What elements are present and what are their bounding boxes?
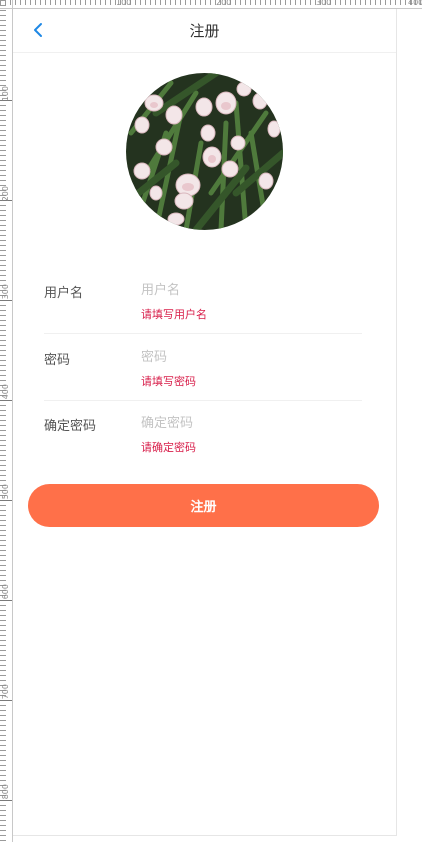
- username-input[interactable]: [141, 280, 351, 300]
- left-ruler-label: 400: [1, 384, 10, 400]
- register-button[interactable]: 注册: [28, 484, 379, 527]
- phone-screen: 注册 用户名 用户名 请填写用户名 密码 请填写密码 确定密码 请确定密码 注册: [13, 9, 397, 836]
- top-ruler-label: 200: [216, 0, 232, 7]
- confirm-password-error: 请确定密码: [141, 441, 196, 454]
- ruler-major-tick: [0, 400, 12, 401]
- left-ruler-label: 700: [1, 684, 10, 700]
- username-label: 用户名: [44, 286, 84, 301]
- nav-bar: 注册: [13, 9, 396, 53]
- username-row: 用户名 请填写用户名: [44, 280, 362, 334]
- username-error: 请填写用户名: [141, 308, 207, 321]
- avatar-photo: [126, 73, 283, 230]
- ruler-major-tick: [0, 600, 12, 601]
- top-ruler-label: 400: [408, 0, 422, 7]
- ruler-major-tick: [0, 700, 12, 701]
- password-error: 请填写密码: [141, 375, 196, 388]
- ruler-major-tick: [0, 800, 12, 801]
- confirm-password-input[interactable]: [141, 413, 351, 433]
- password-label: 密码: [44, 353, 71, 368]
- left-ruler-label: 200: [1, 186, 10, 202]
- top-ruler: 100 200 300 400: [0, 0, 422, 9]
- page-title: 注册: [189, 22, 220, 40]
- left-ruler-label: 500: [1, 484, 10, 500]
- left-ruler-label: 800: [1, 784, 10, 800]
- top-ruler-label: 300: [316, 0, 332, 7]
- password-input[interactable]: [141, 347, 351, 367]
- ruler-major-tick: [0, 500, 12, 501]
- left-ruler-label: 300: [1, 284, 10, 300]
- confirm-password-row: 确定密码 请确定密码: [44, 413, 362, 466]
- ruler-major-tick: [0, 300, 12, 301]
- password-row: 密码 请填写密码: [44, 347, 362, 401]
- confirm-password-label: 确定密码: [44, 419, 97, 434]
- left-ruler: 100 200 300 400 500 600 700 800: [0, 0, 13, 842]
- top-ruler-label: 100: [116, 0, 132, 7]
- avatar[interactable]: [126, 73, 283, 230]
- left-ruler-label: 600: [1, 584, 10, 600]
- left-ruler-label: 100: [1, 86, 10, 102]
